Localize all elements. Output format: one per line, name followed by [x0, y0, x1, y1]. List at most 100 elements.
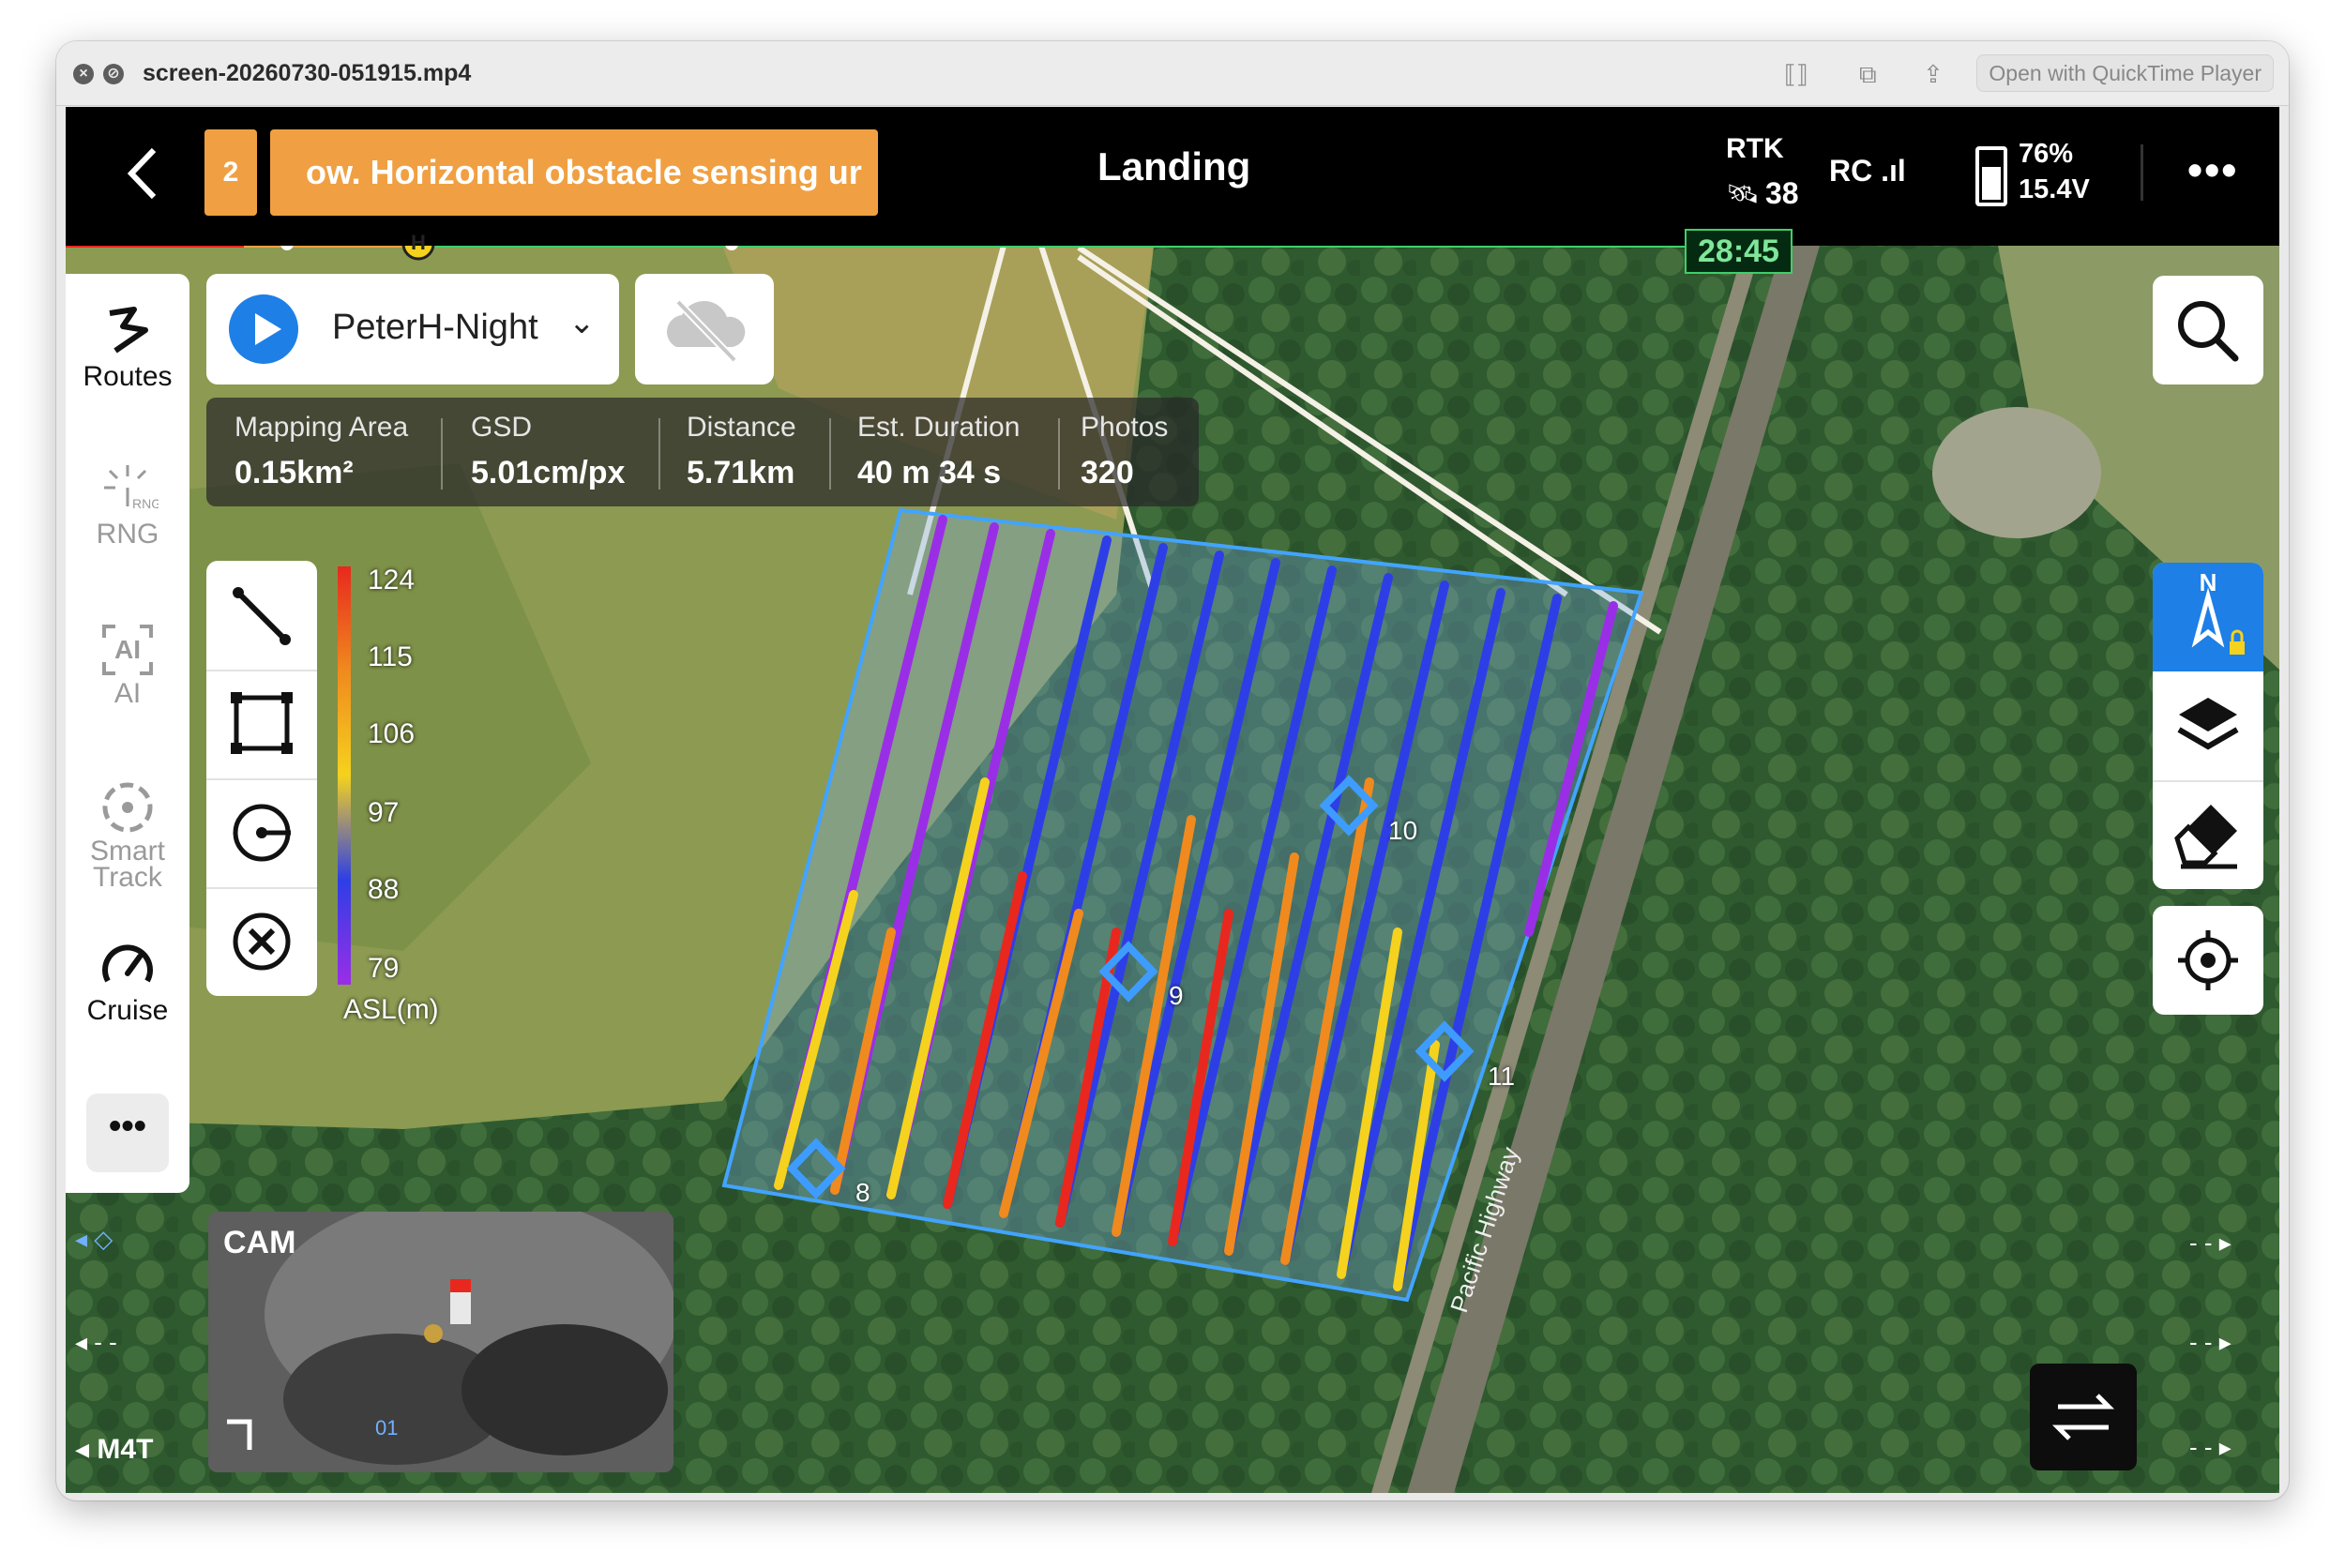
- flight-mode: Landing: [1097, 144, 1251, 188]
- sidebar-label: Cruise: [86, 995, 169, 1026]
- satellite-icon: 🛰: [1726, 179, 1760, 208]
- share-icon[interactable]: ⇪: [1923, 60, 1944, 89]
- camera-channel: 01: [375, 1416, 399, 1440]
- sidebar-label: Track: [93, 862, 162, 893]
- right-indicator: - - ▸: [2189, 1229, 2232, 1257]
- sidebar-item-smart-track[interactable]: Smart Track: [66, 776, 189, 893]
- ai-icon-text: AI: [114, 635, 141, 664]
- trim-icon[interactable]: ⟦⟧: [1784, 60, 1808, 89]
- sidebar-label: Smart: [89, 836, 165, 867]
- cloud-sync-button[interactable]: [635, 274, 774, 384]
- route-name: PeterH-Night: [332, 308, 538, 347]
- stat-duration: Est. Duration 40 m 34 s: [857, 412, 1021, 490]
- stat-distance: Distance 5.71km: [687, 412, 796, 490]
- radius-icon: [233, 804, 291, 862]
- battery-percent: 76%: [2019, 139, 2074, 169]
- legend-label: 106: [368, 718, 416, 749]
- signal-bars-icon: .ıl: [1881, 154, 1906, 188]
- legend-label: 115: [368, 641, 413, 672]
- legend-label: 97: [368, 797, 400, 828]
- ruler-icon: [233, 587, 291, 645]
- more-menu-button[interactable]: •••: [2187, 144, 2238, 195]
- camera-label: CAM: [223, 1225, 296, 1260]
- eraser-button[interactable]: [2153, 780, 2263, 889]
- flight-app: 8 9 10 11 Pacific Highway 2 ow. Horizont…: [66, 107, 2279, 1493]
- left-indicator: ◂ - -: [75, 1328, 117, 1356]
- battery-icon[interactable]: [1975, 146, 2007, 206]
- area-select-icon: [231, 692, 293, 754]
- divider: [2141, 144, 2143, 201]
- play-icon[interactable]: [229, 294, 298, 364]
- divider: [658, 418, 660, 490]
- sidebar-label: Routes: [83, 361, 173, 392]
- rc-signal[interactable]: RC .ıl: [1829, 154, 1906, 188]
- home-marker-label: H: [411, 231, 426, 254]
- cruise-icon: [102, 944, 153, 983]
- target-location-icon: [2178, 930, 2238, 990]
- chevron-down-icon[interactable]: ⌄: [568, 304, 596, 341]
- top-status-bar: 2 ow. Horizontal obstacle sensing ur Lan…: [66, 107, 2279, 246]
- warning-count-badge[interactable]: 2: [204, 129, 257, 216]
- rng-icon-text: RNG: [132, 496, 159, 511]
- ruler-tool-button[interactable]: [206, 561, 317, 671]
- app-window: × ⊘ screen-20260730-051915.mp4 ⟦⟧ ⧉ ⇪ Op…: [56, 41, 2289, 1500]
- rng-icon: RNG: [104, 465, 159, 511]
- rotate-icon[interactable]: ⧉: [1859, 60, 1877, 90]
- drone-model: ◂ M4T: [75, 1434, 154, 1465]
- rtk-label[interactable]: RTK: [1726, 133, 1784, 165]
- smart-track-icon: [102, 782, 153, 833]
- altitude-legend: 124 115 106 97 88 79 ASL(m): [338, 565, 469, 1167]
- disable-icon[interactable]: ⊘: [103, 64, 124, 84]
- sidebar-item-routes[interactable]: Routes: [66, 302, 189, 392]
- area-tool-button[interactable]: [206, 670, 317, 780]
- locate-button[interactable]: [2153, 906, 2263, 1015]
- compass-icon: N: [2191, 568, 2245, 655]
- waypoint-label: 10: [1388, 816, 1418, 845]
- divider: [441, 418, 443, 490]
- mission-stats-panel: Mapping Area 0.15km² GSD 5.01cm/px Distanc…: [206, 398, 1199, 506]
- swap-icon: [2051, 1394, 2115, 1440]
- back-arrow-icon[interactable]: [111, 141, 176, 206]
- legend-label: 79: [368, 953, 400, 984]
- waypoint-label: 8: [855, 1178, 870, 1207]
- compass-lock-button[interactable]: N: [2153, 563, 2263, 671]
- map-control-group: N: [2153, 563, 2263, 889]
- waypoint-label: 9: [1169, 981, 1184, 1010]
- sidebar-label: AI: [113, 678, 142, 709]
- sidebar-label: RNG: [96, 519, 159, 550]
- route-selector[interactable]: PeterH-Night ⌄: [206, 274, 619, 384]
- close-icon[interactable]: ×: [73, 64, 94, 84]
- warning-banner[interactable]: ow. Horizontal obstacle sensing ur: [270, 129, 878, 216]
- battery-fill: [1982, 167, 2001, 200]
- legend-color-bar: [338, 566, 351, 985]
- window-titlebar: × ⊘ screen-20260730-051915.mp4 ⟦⟧ ⧉ ⇪ Op…: [56, 41, 2289, 106]
- map-tools: [206, 561, 317, 996]
- clear-tool-button[interactable]: [206, 887, 317, 996]
- ai-icon: AI: [102, 625, 153, 675]
- layers-button[interactable]: [2153, 671, 2263, 782]
- legend-label: 88: [368, 874, 400, 905]
- close-circle-icon: [233, 912, 291, 971]
- stat-photos: Photos 320: [1081, 412, 1169, 490]
- sidebar-item-cruise[interactable]: Cruise: [66, 936, 189, 1026]
- sidebar-item-ai[interactable]: AI AI: [66, 619, 189, 709]
- right-indicator: - - ▸: [2189, 1433, 2232, 1461]
- rtk-satellite-count: 38: [1765, 176, 1799, 210]
- left-sidebar: Routes RNG RNG AI AI Smart Track Cruise …: [66, 274, 189, 1193]
- open-quicktime-button[interactable]: Open with QuickTime Player: [1976, 54, 2274, 92]
- drone-indicator-icon: ◂ ◇: [75, 1225, 113, 1253]
- search-icon: [2178, 301, 2239, 362]
- routes-icon: [109, 307, 148, 354]
- eraser-icon: [2174, 805, 2237, 869]
- stat-gsd: GSD 5.01cm/px: [471, 412, 626, 490]
- camera-preview[interactable]: CAM 01: [208, 1212, 673, 1472]
- legend-unit: ASL(m): [343, 994, 439, 1025]
- window-title: screen-20260730-051915.mp4: [143, 60, 472, 86]
- cloud-off-icon: [667, 299, 746, 363]
- search-button[interactable]: [2153, 276, 2263, 384]
- radius-tool-button[interactable]: [206, 778, 317, 889]
- sidebar-item-rng[interactable]: RNG RNG: [66, 460, 189, 550]
- sidebar-more-button[interactable]: •••: [86, 1093, 169, 1172]
- swap-view-button[interactable]: [2030, 1364, 2137, 1470]
- right-indicator: - - ▸: [2189, 1328, 2232, 1356]
